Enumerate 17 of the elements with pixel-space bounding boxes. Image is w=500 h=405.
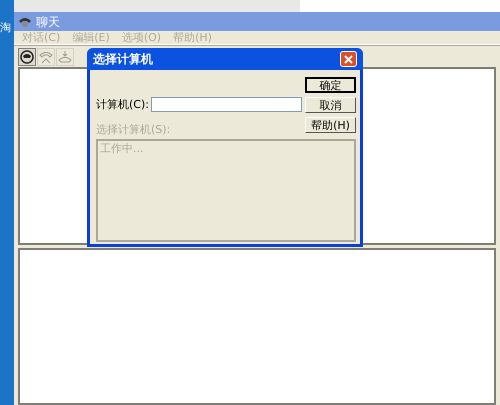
computer-list[interactable]: 工作中...	[96, 139, 356, 242]
computer-label: 计算机(C):	[96, 99, 149, 110]
close-button[interactable]	[340, 51, 357, 67]
handset-icon	[57, 48, 73, 64]
dialog-button[interactable]: 取消	[305, 97, 356, 113]
desktop-icon-label: 淘	[0, 22, 11, 33]
toolbar-button[interactable]	[18, 48, 36, 66]
computer-input-field[interactable]	[151, 97, 302, 112]
phone-icon	[18, 16, 32, 28]
dialog-button[interactable]: 确定	[305, 77, 356, 93]
dial-icon	[19, 48, 35, 64]
close-icon	[344, 54, 353, 64]
dialog-title: 选择计算机	[93, 51, 153, 68]
dialog-button[interactable]: 帮助(H)	[305, 117, 356, 133]
list-item: 工作中...	[100, 142, 144, 156]
select-computer-label: 选择计算机(S):	[96, 124, 170, 135]
window-title: 聊天	[36, 14, 60, 30]
